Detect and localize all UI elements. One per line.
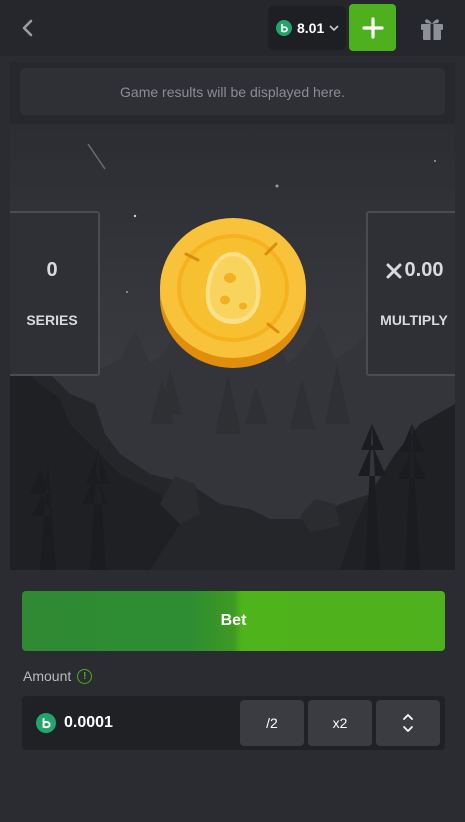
deposit-button[interactable] <box>349 4 396 51</box>
chevron-up-icon <box>403 713 413 720</box>
chevron-down-icon <box>403 726 413 733</box>
balance-value: 8.01 <box>297 20 325 36</box>
gift-icon <box>421 19 443 40</box>
balance-selector[interactable]: 8.01 <box>268 6 346 50</box>
info-icon[interactable]: ! <box>77 668 93 684</box>
series-value: 0 <box>46 259 58 281</box>
multiply-card: 0.00 MULTIPLY <box>366 211 455 376</box>
double-amount-button[interactable]: x2 <box>308 700 372 746</box>
amount-field-row: /2 x2 <box>22 696 445 750</box>
bet-panel: Bet Amount ! /2 x2 <box>10 570 455 822</box>
amount-input[interactable] <box>64 714 214 732</box>
plus-icon <box>361 16 384 39</box>
half-amount-button[interactable]: /2 <box>240 700 304 746</box>
coin-icon <box>276 20 292 36</box>
chevron-down-icon <box>329 25 339 32</box>
bet-button[interactable]: Bet <box>22 591 445 651</box>
results-message: Game results will be displayed here. <box>20 68 445 115</box>
series-card: 0 SERIES <box>10 211 100 376</box>
top-bar: 8.01 <box>0 0 465 56</box>
chevron-left-icon <box>22 19 33 37</box>
amount-label-row: Amount ! <box>23 668 93 684</box>
amount-label: Amount <box>23 668 72 684</box>
amount-stepper-button[interactable] <box>376 700 440 746</box>
results-panel: Game results will be displayed here. <box>10 62 455 124</box>
back-button[interactable] <box>14 14 42 42</box>
multiply-x-icon <box>386 263 402 278</box>
multiply-value: 0.00 <box>404 259 444 281</box>
egg-coin-icon[interactable] <box>158 214 308 370</box>
game-scene: 0 SERIES 0.00 MULTIPLY <box>10 124 455 570</box>
coin-icon <box>36 713 56 733</box>
series-label: SERIES <box>26 312 78 328</box>
gift-button[interactable] <box>416 12 448 44</box>
multiply-label: MULTIPLY <box>380 312 448 328</box>
